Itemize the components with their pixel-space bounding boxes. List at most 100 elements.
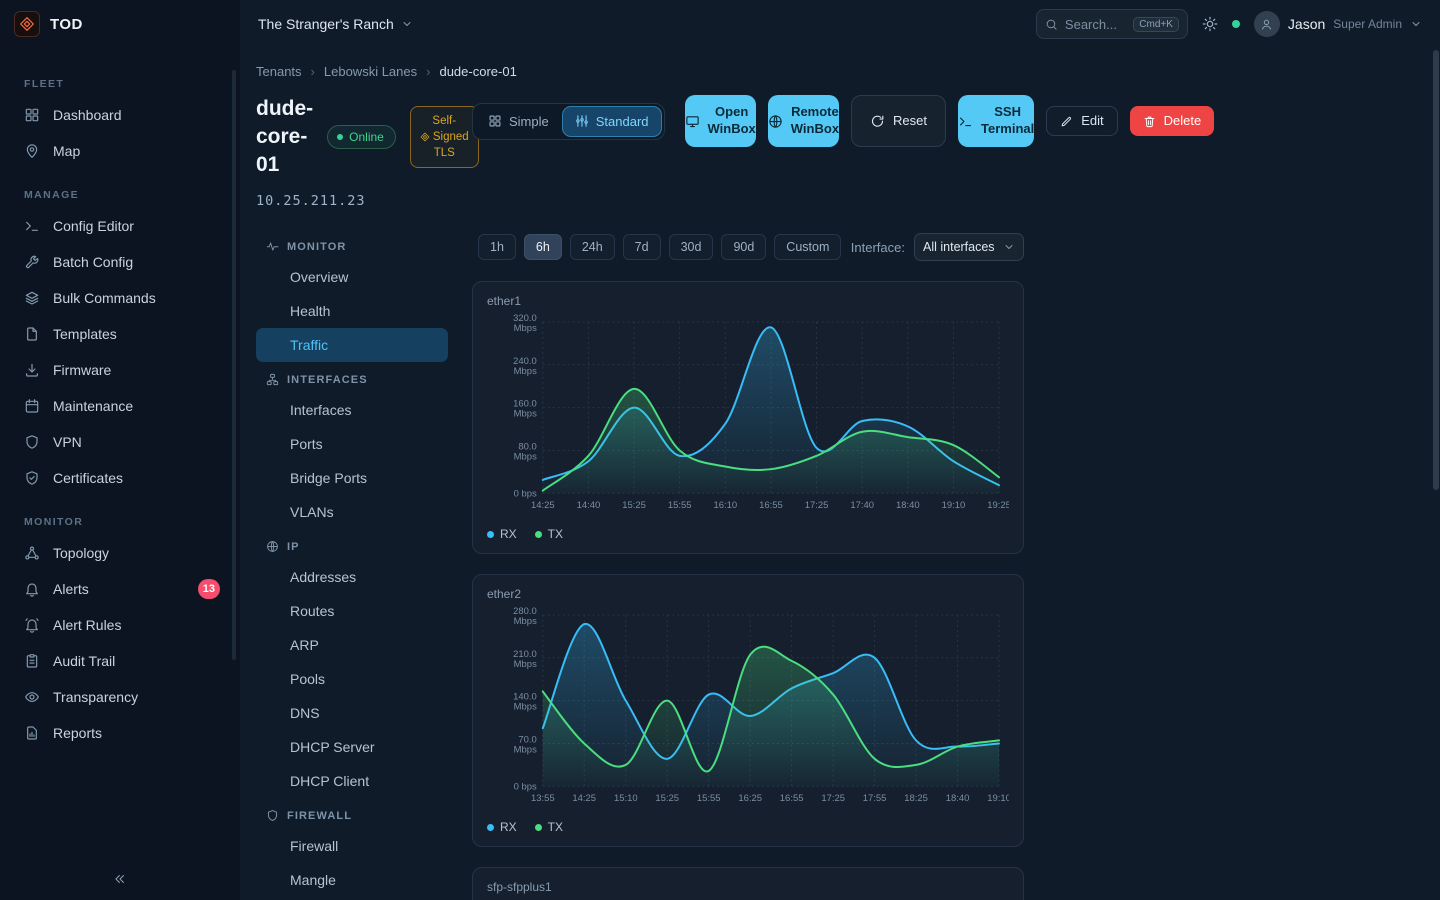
sidebar-section-fleet: FLEET: [24, 78, 240, 90]
sidebar-item-alert-rules[interactable]: Alert Rules: [0, 607, 240, 643]
sidebar-item-label: Certificates: [53, 470, 123, 486]
open-winbox-button[interactable]: Open WinBox: [685, 95, 756, 147]
calendar-icon: [24, 398, 40, 414]
sidebar-item-firmware[interactable]: Firmware: [0, 352, 240, 388]
time-range-7d[interactable]: 7d: [623, 234, 661, 260]
interface-filter-label: Interface:: [851, 240, 905, 255]
dashboard-icon: [24, 107, 40, 123]
svg-text:14:25: 14:25: [531, 500, 555, 511]
device-actions: Simple Standard Open WinBox Remote WinBo…: [472, 95, 1024, 147]
wrench-icon: [24, 254, 40, 270]
subnav-item-vlans[interactable]: VLANs: [256, 495, 448, 529]
subnav-item-arp[interactable]: ARP: [256, 628, 448, 662]
sidebar-item-certificates[interactable]: Certificates: [0, 460, 240, 496]
sidebar-item-bulk-commands[interactable]: Bulk Commands: [0, 280, 240, 316]
tenant-selector[interactable]: The Stranger's Ranch: [258, 16, 413, 32]
svg-text:18:40: 18:40: [896, 500, 920, 511]
svg-text:14:40: 14:40: [577, 500, 601, 511]
ssh-terminal-button[interactable]: SSH Terminal: [958, 95, 1034, 147]
time-range-1h[interactable]: 1h: [478, 234, 516, 260]
subnav-section-monitor: MONITOR: [256, 233, 448, 260]
svg-text:17:40: 17:40: [850, 500, 874, 511]
svg-text:210.0Mbps: 210.0Mbps: [513, 649, 537, 670]
traffic-chart-card-sfp-sfpplus1: sfp-sfpplus1: [472, 867, 1024, 900]
terminal-icon: [958, 114, 973, 129]
subnav-item-overview[interactable]: Overview: [256, 260, 448, 294]
svg-text:16:25: 16:25: [738, 793, 762, 804]
time-range-selector: 1h 6h 24h 7d 30d 90d Custom: [478, 234, 841, 260]
sidebar-item-batch-config[interactable]: Batch Config: [0, 244, 240, 280]
time-range-24h[interactable]: 24h: [570, 234, 615, 260]
bell-icon: [24, 581, 40, 597]
sidebar-item-map[interactable]: Map: [0, 133, 240, 169]
breadcrumb-current: dude-core-01: [439, 64, 516, 79]
sidebar-item-maintenance[interactable]: Maintenance: [0, 388, 240, 424]
sidebar-item-topology[interactable]: Topology: [0, 535, 240, 571]
subnav-item-interfaces[interactable]: Interfaces: [256, 393, 448, 427]
subnav-item-health[interactable]: Health: [256, 294, 448, 328]
subnav-item-mangle[interactable]: Mangle: [256, 863, 448, 897]
svg-text:14:25: 14:25: [572, 793, 596, 804]
refresh-icon: [870, 114, 885, 129]
svg-text:15:25: 15:25: [655, 793, 679, 804]
time-range-custom[interactable]: Custom: [774, 234, 841, 260]
user-menu[interactable]: Jason Super Admin: [1254, 11, 1422, 37]
svg-text:80.0Mbps: 80.0Mbps: [514, 441, 537, 462]
legend-rx: RX: [487, 527, 517, 541]
breadcrumb-tenants[interactable]: Tenants: [256, 64, 302, 79]
legend-dot-icon: [487, 824, 494, 831]
edit-button[interactable]: Edit: [1046, 106, 1117, 136]
sidebar-item-transparency[interactable]: Transparency: [0, 679, 240, 715]
sidebar-item-alerts[interactable]: Alerts13: [0, 571, 240, 607]
sidebar-item-audit-trail[interactable]: Audit Trail: [0, 643, 240, 679]
delete-button[interactable]: Delete: [1130, 106, 1215, 136]
chart-legend: RXTX: [487, 820, 1009, 834]
time-range-30d[interactable]: 30d: [669, 234, 714, 260]
svg-text:19:10: 19:10: [987, 793, 1009, 804]
sidebar-item-vpn[interactable]: VPN: [0, 424, 240, 460]
subnav-item-bridge-ports[interactable]: Bridge Ports: [256, 461, 448, 495]
view-standard-button[interactable]: Standard: [563, 107, 661, 136]
chevrons-left-icon: [113, 872, 127, 886]
sidebar-item-templates[interactable]: Templates: [0, 316, 240, 352]
subnav-section-ip: IP: [256, 533, 448, 560]
sidebar-collapse-button[interactable]: [104, 866, 136, 892]
reset-button[interactable]: Reset: [851, 95, 946, 147]
view-mode-toggle: Simple Standard: [472, 103, 665, 140]
sidebar-item-reports[interactable]: Reports: [0, 715, 240, 751]
monitor-icon: [685, 114, 700, 129]
subnav-item-pools[interactable]: Pools: [256, 662, 448, 696]
tls-line: Signed: [433, 129, 469, 145]
svg-text:0 bps: 0 bps: [514, 488, 537, 499]
subnav-item-firewall[interactable]: Firewall: [256, 829, 448, 863]
sliders-icon: [575, 114, 589, 128]
subnav-item-dhcp-server[interactable]: DHCP Server: [256, 730, 448, 764]
interface-select[interactable]: All interfaces: [914, 233, 1024, 261]
chart-filters: 1h 6h 24h 7d 30d 90d Custom Interface: A…: [472, 233, 1024, 261]
subnav-item-ports[interactable]: Ports: [256, 427, 448, 461]
svg-text:15:10: 15:10: [614, 793, 638, 804]
content-scrollbar[interactable]: [1433, 50, 1439, 490]
sidebar-item-config-editor[interactable]: Config Editor: [0, 208, 240, 244]
view-simple-button[interactable]: Simple: [476, 107, 561, 136]
svg-text:17:25: 17:25: [805, 500, 829, 511]
theme-toggle-button[interactable]: [1202, 16, 1218, 32]
subnav-item-dhcp-client[interactable]: DHCP Client: [256, 764, 448, 798]
breadcrumb: Tenants › Lebowski Lanes › dude-core-01: [256, 64, 1440, 79]
device-panel: dude-core-01 Online Self- Signed TLS 10.…: [256, 95, 472, 900]
search-shortcut-kbd: Cmd+K: [1133, 17, 1179, 32]
search-input[interactable]: Search... Cmd+K: [1036, 9, 1188, 39]
subnav-item-traffic[interactable]: Traffic: [256, 328, 448, 362]
sun-icon: [1202, 16, 1218, 32]
time-range-6h[interactable]: 6h: [524, 234, 562, 260]
time-range-90d[interactable]: 90d: [721, 234, 766, 260]
subnav-item-dns[interactable]: DNS: [256, 696, 448, 730]
subnav-item-routes[interactable]: Routes: [256, 594, 448, 628]
breadcrumb-tenant[interactable]: Lebowski Lanes: [324, 64, 417, 79]
sidebar-item-dashboard[interactable]: Dashboard: [0, 97, 240, 133]
remote-winbox-button[interactable]: Remote WinBox: [768, 95, 839, 147]
subnav-item-addresses[interactable]: Addresses: [256, 560, 448, 594]
sidebar-scrollbar[interactable]: [232, 70, 236, 660]
warning-diamond-icon: [420, 132, 430, 142]
topbar-right: Search... Cmd+K Jason Super Admin: [1036, 9, 1440, 39]
